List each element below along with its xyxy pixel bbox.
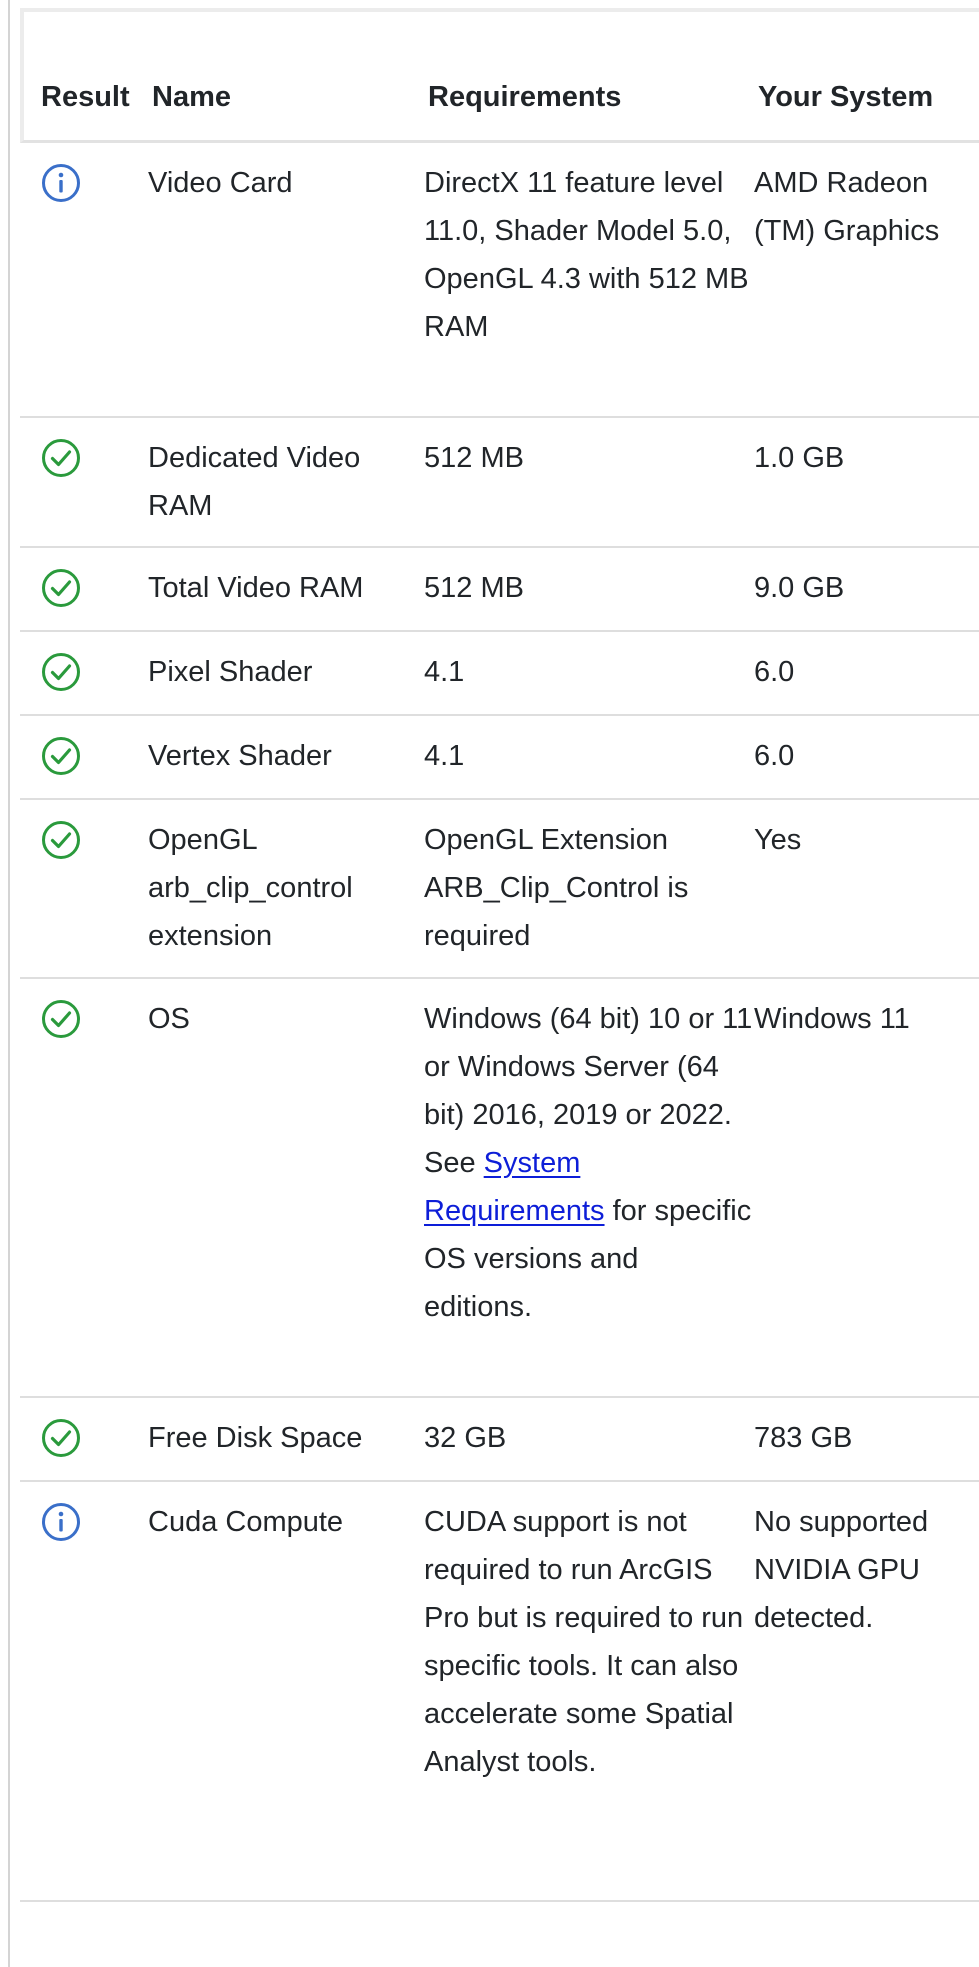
result-cell: [20, 1498, 148, 1557]
result-cell: [20, 564, 148, 623]
check-circle-icon: [41, 438, 81, 478]
check-circle-icon: [41, 820, 81, 860]
row-your-system: 1.0 GB: [754, 442, 845, 474]
row-your-system: 9.0 GB: [754, 572, 845, 604]
row-your-system: 6.0: [754, 740, 795, 772]
row-requirements: 4.1: [424, 656, 465, 688]
result-cell: [20, 995, 148, 1054]
table-row: Pixel Shader 4.1 6.0: [20, 632, 979, 716]
header-result: Result: [41, 81, 130, 113]
requirements-text: Windows (64 bit) 10 or 11 or Windows Ser…: [424, 1003, 753, 1179]
table-row: OpenGL arb_clip_control extension OpenGL…: [20, 800, 979, 979]
result-cell: [20, 434, 148, 493]
check-circle-icon: [41, 1418, 81, 1458]
row-requirements: Windows (64 bit) 10 or 11 or Windows Ser…: [424, 995, 754, 1331]
check-circle-icon: [41, 999, 81, 1039]
table-header: Result Name Requirements Your System: [20, 12, 979, 143]
header-requirements: Requirements: [428, 81, 622, 113]
row-name: OS: [148, 1003, 190, 1035]
left-border: [8, 0, 10, 1967]
row-your-system: 6.0: [754, 656, 795, 688]
row-name: Dedicated Video RAM: [148, 442, 361, 522]
info-circle-icon: [41, 163, 81, 203]
row-requirements: 4.1: [424, 740, 465, 772]
row-requirements: OpenGL Extension ARB_Clip_Control is req…: [424, 824, 689, 952]
info-circle-icon: [41, 1502, 81, 1542]
check-circle-icon: [41, 652, 81, 692]
header-name: Name: [152, 81, 231, 113]
table-row: Free Disk Space 32 GB 783 GB: [20, 1398, 979, 1482]
result-cell: [20, 816, 148, 875]
row-name: Free Disk Space: [148, 1422, 363, 1454]
table-row: Cuda Compute CUDA support is not require…: [20, 1482, 979, 1902]
row-requirements: 32 GB: [424, 1422, 507, 1454]
system-requirements-table: Result Name Requirements Your System Vid…: [20, 8, 979, 1902]
result-cell: [20, 732, 148, 791]
row-name: Video Card: [148, 167, 293, 199]
row-your-system: AMD Radeon (TM) Graphics: [754, 167, 940, 247]
table-row: Vertex Shader 4.1 6.0: [20, 716, 979, 800]
row-name: OpenGL arb_clip_control extension: [148, 824, 353, 952]
row-your-system: 783 GB: [754, 1422, 853, 1454]
table-row: Total Video RAM 512 MB 9.0 GB: [20, 548, 979, 632]
table-row: Video Card DirectX 11 feature level 11.0…: [20, 143, 979, 418]
table-row: OS Windows (64 bit) 10 or 11 or Windows …: [20, 979, 979, 1398]
row-requirements: CUDA support is not required to run ArcG…: [424, 1506, 744, 1778]
check-circle-icon: [41, 736, 81, 776]
check-circle-icon: [41, 568, 81, 608]
result-cell: [20, 159, 148, 218]
row-your-system: Yes: [754, 824, 802, 856]
row-requirements: 512 MB: [424, 442, 524, 474]
row-name: Pixel Shader: [148, 656, 313, 688]
header-your-system: Your System: [758, 81, 934, 113]
row-requirements: 512 MB: [424, 572, 524, 604]
row-requirements: DirectX 11 feature level 11.0, Shader Mo…: [424, 167, 749, 343]
table-row: Dedicated Video RAM 512 MB 1.0 GB: [20, 418, 979, 548]
result-cell: [20, 648, 148, 707]
row-name: Vertex Shader: [148, 740, 332, 772]
row-name: Cuda Compute: [148, 1506, 344, 1538]
result-cell: [20, 1414, 148, 1473]
row-your-system: Windows 11: [754, 1003, 910, 1035]
row-your-system: No supported NVIDIA GPU detected.: [754, 1506, 929, 1634]
row-name: Total Video RAM: [148, 572, 364, 604]
